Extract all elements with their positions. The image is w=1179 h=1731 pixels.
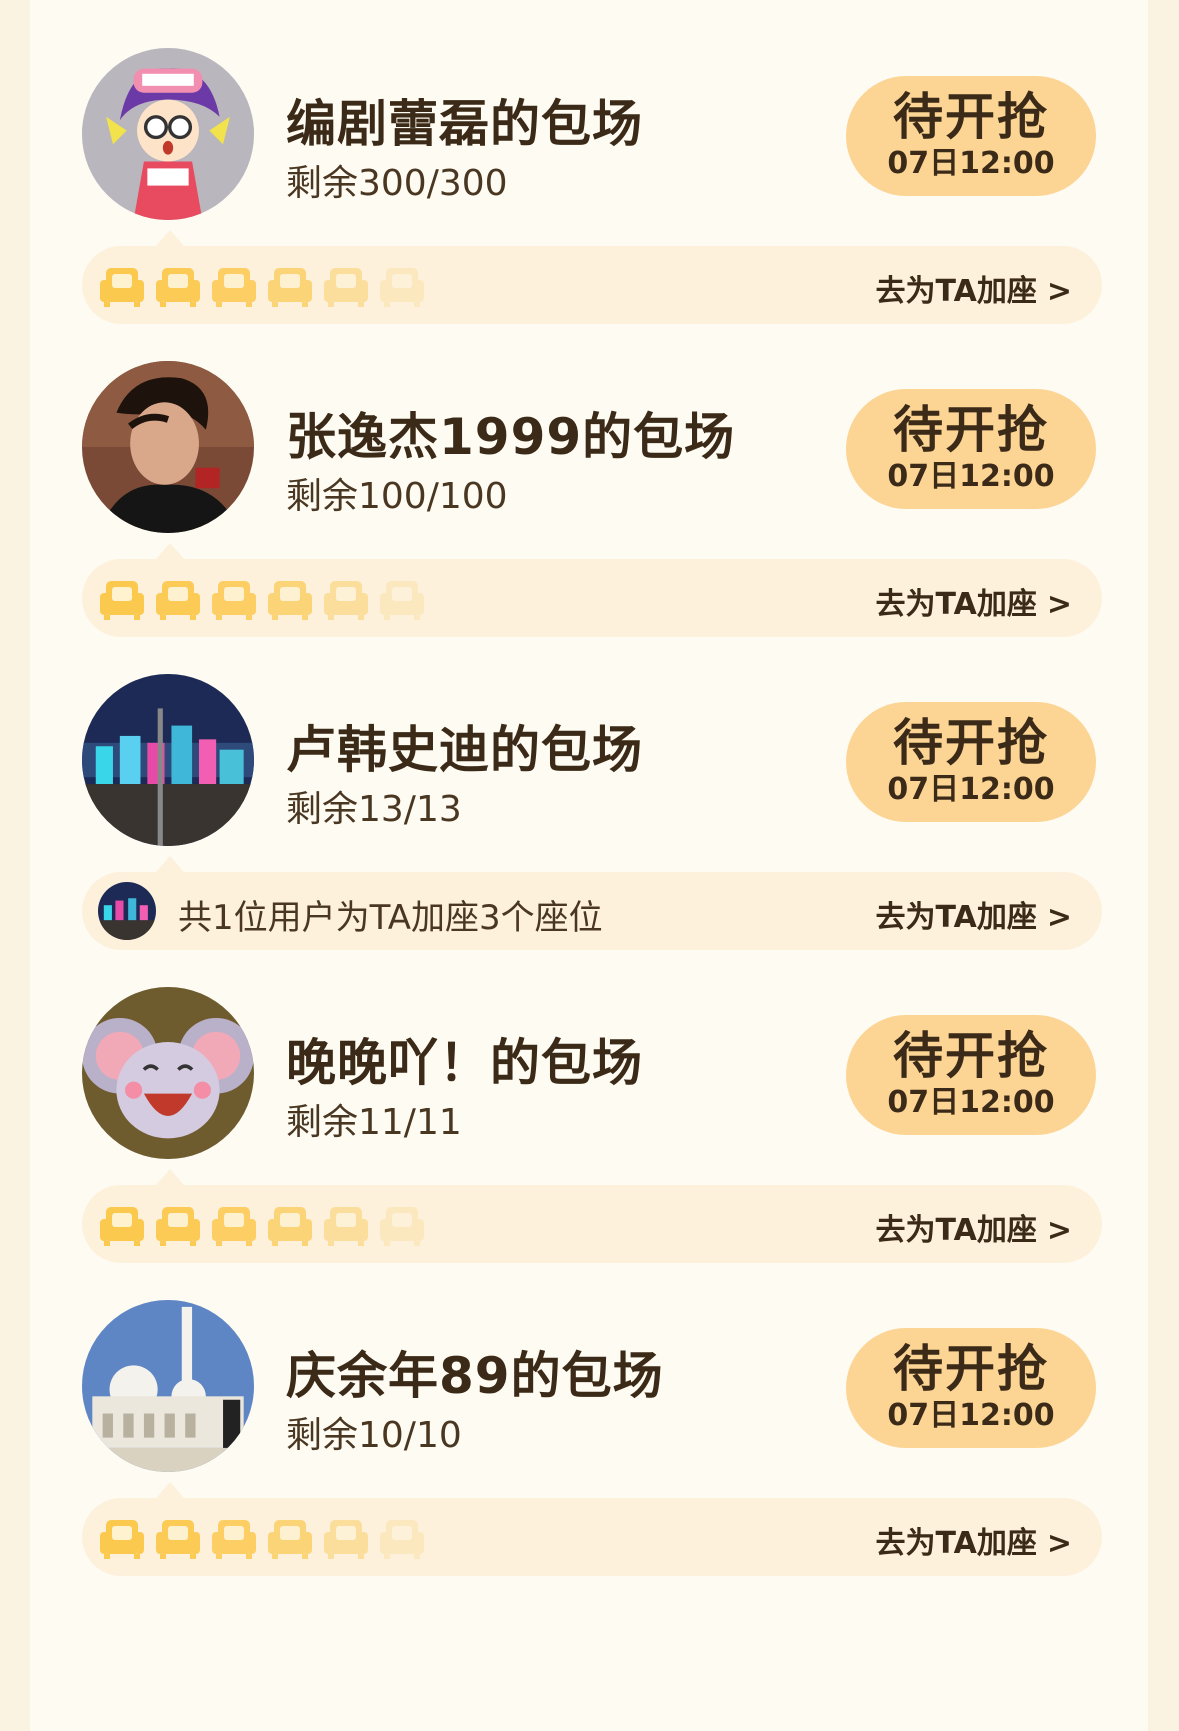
seat-icon xyxy=(322,1203,370,1247)
add-seat-link-label: 去为TA加座 xyxy=(875,587,1037,622)
supporter-avatar xyxy=(98,882,156,940)
city-night-avatar xyxy=(82,674,254,846)
grab-button-label: 待开抢 xyxy=(893,401,1049,459)
seat-icon xyxy=(210,1516,258,1560)
remaining-count: 剩余11/11 xyxy=(286,1102,462,1143)
seat-icon xyxy=(98,1203,146,1247)
seat-icon xyxy=(378,1203,426,1247)
screening-title: 晚晚吖！的包场 xyxy=(286,1034,643,1092)
seat-icon xyxy=(378,1516,426,1560)
chevron-right-icon: > xyxy=(1046,587,1072,622)
add-seat-summary: 共1位用户为TA加座3个座位 xyxy=(178,898,603,938)
grab-button-label: 待开抢 xyxy=(893,1027,1049,1085)
chevron-right-icon: > xyxy=(1046,900,1072,935)
seat-icons xyxy=(98,1203,434,1247)
host-avatar[interactable] xyxy=(82,1300,254,1472)
pending-grab-button[interactable]: 待开抢 07日12:00 xyxy=(846,702,1096,822)
seat-icon xyxy=(154,264,202,308)
add-seat-link[interactable]: 去为TA加座 > xyxy=(876,1205,1073,1249)
seat-icon xyxy=(266,1516,314,1560)
seat-icon xyxy=(322,577,370,621)
add-seat-link[interactable]: 去为TA加座 > xyxy=(876,266,1073,310)
mosque-avatar xyxy=(82,1300,254,1472)
seat-icons xyxy=(98,1516,434,1560)
host-avatar[interactable] xyxy=(82,674,254,846)
seat-icon xyxy=(322,1516,370,1560)
seat-icon xyxy=(154,577,202,621)
grab-start-time: 07日12:00 xyxy=(887,1398,1055,1433)
remaining-count: 剩余13/13 xyxy=(286,789,462,830)
chevron-right-icon: > xyxy=(1046,274,1072,309)
add-seat-link-label: 去为TA加座 xyxy=(875,1213,1037,1248)
seat-icon xyxy=(210,577,258,621)
screening-title: 庆余年89的包场 xyxy=(286,1347,664,1405)
seat-icon xyxy=(266,264,314,308)
screening-title: 张逸杰1999的包场 xyxy=(286,408,736,466)
seat-icon xyxy=(98,577,146,621)
grab-button-label: 待开抢 xyxy=(893,1340,1049,1398)
seat-icon xyxy=(378,577,426,621)
host-avatar[interactable] xyxy=(82,987,254,1159)
cartoon-mouse-avatar xyxy=(82,987,254,1159)
remaining-count: 剩余10/10 xyxy=(286,1415,462,1456)
remaining-count: 剩余100/100 xyxy=(286,476,508,517)
grab-start-time: 07日12:00 xyxy=(887,459,1055,494)
seat-icon xyxy=(98,1516,146,1560)
chevron-right-icon: > xyxy=(1046,1526,1072,1561)
screening-title: 卢韩史迪的包场 xyxy=(286,721,643,779)
host-avatar[interactable] xyxy=(82,361,254,533)
pending-grab-button[interactable]: 待开抢 07日12:00 xyxy=(846,76,1096,196)
screening-title: 编剧蕾磊的包场 xyxy=(286,95,643,153)
seat-icon xyxy=(98,264,146,308)
screening-card: 卢韩史迪的包场 剩余13/13 待开抢 07日12:00 共1位用户为TA加座3… xyxy=(30,626,1148,972)
seat-icon xyxy=(266,1203,314,1247)
seat-icon xyxy=(266,577,314,621)
seat-icon xyxy=(154,1516,202,1560)
screening-card: 晚晚吖！的包场 剩余11/11 待开抢 07日12:00 去为TA加座 > xyxy=(30,939,1148,1285)
cartoon-girl-avatar xyxy=(82,48,254,220)
add-seat-link[interactable]: 去为TA加座 > xyxy=(876,579,1073,623)
chevron-right-icon: > xyxy=(1046,1213,1072,1248)
pending-grab-button[interactable]: 待开抢 07日12:00 xyxy=(846,389,1096,509)
pending-grab-button[interactable]: 待开抢 07日12:00 xyxy=(846,1328,1096,1448)
host-avatar[interactable] xyxy=(82,48,254,220)
grab-button-label: 待开抢 xyxy=(893,714,1049,772)
add-seat-bar[interactable]: 去为TA加座 > xyxy=(82,1498,1102,1576)
grab-start-time: 07日12:00 xyxy=(887,146,1055,181)
grab-start-time: 07日12:00 xyxy=(887,772,1055,807)
add-seat-link-label: 去为TA加座 xyxy=(875,1526,1037,1561)
seat-icon xyxy=(322,264,370,308)
grab-button-label: 待开抢 xyxy=(893,88,1049,146)
add-seat-link-label: 去为TA加座 xyxy=(875,274,1037,309)
add-seat-link[interactable]: 去为TA加座 > xyxy=(876,1518,1073,1562)
pending-grab-button[interactable]: 待开抢 07日12:00 xyxy=(846,1015,1096,1135)
seat-icon xyxy=(378,264,426,308)
add-seat-link[interactable]: 去为TA加座 > xyxy=(876,892,1073,936)
seat-icon xyxy=(154,1203,202,1247)
seat-icon xyxy=(210,264,258,308)
screening-list: 编剧蕾磊的包场 剩余300/300 待开抢 07日12:00 去为TA加座 > xyxy=(30,0,1148,1731)
grab-start-time: 07日12:00 xyxy=(887,1085,1055,1120)
screening-card: 张逸杰1999的包场 剩余100/100 待开抢 07日12:00 去为TA加座… xyxy=(30,313,1148,659)
seat-icon xyxy=(210,1203,258,1247)
seat-icons xyxy=(98,577,434,621)
seat-icons xyxy=(98,264,434,308)
screening-card: 庆余年89的包场 剩余10/10 待开抢 07日12:00 去为TA加座 > xyxy=(30,1252,1148,1598)
screening-card: 编剧蕾磊的包场 剩余300/300 待开抢 07日12:00 去为TA加座 > xyxy=(30,0,1148,346)
remaining-count: 剩余300/300 xyxy=(286,163,508,204)
add-seat-link-label: 去为TA加座 xyxy=(875,900,1037,935)
man-portrait-avatar xyxy=(82,361,254,533)
